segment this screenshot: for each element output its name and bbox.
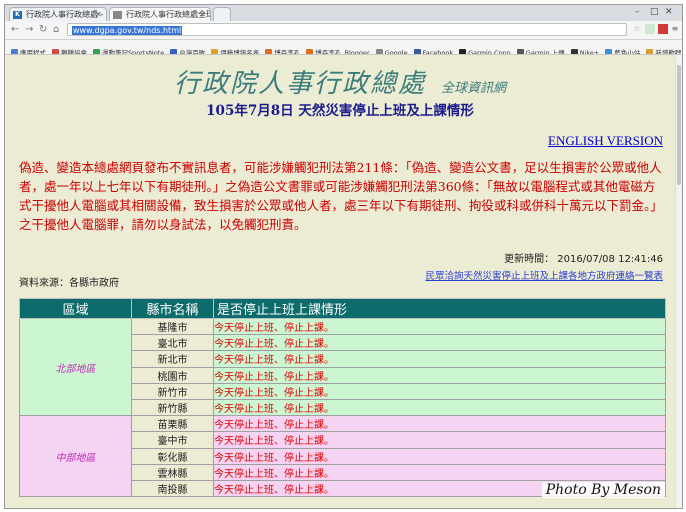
- url-text: www.dgpa.gov.tw/nds.html: [72, 26, 183, 35]
- close-window-icon[interactable]: ✕: [665, 7, 673, 17]
- status-cell: 今天停止上班、停止上課。: [213, 398, 666, 417]
- status-cell: 今天停止上班、停止上課。: [213, 447, 666, 465]
- bookmark-item[interactable]: 應用程式: [11, 46, 46, 54]
- tab-2-label: 行政院人事行政總處全球...: [126, 10, 210, 19]
- bookmark-item[interactable]: 鵝鵝協會: [52, 46, 87, 54]
- region-cell: 中部地區: [19, 415, 132, 498]
- bookmark-item[interactable]: 藍色小站: [605, 46, 640, 54]
- city-cell: 南投縣: [131, 479, 214, 498]
- tab-1[interactable]: K 行政院人事行政總處 - 天... ✕: [9, 7, 107, 21]
- city-cell: 苗栗縣: [131, 415, 214, 433]
- city-cell: 基隆市: [131, 317, 214, 336]
- site-title: 行政院人事行政總處: [173, 69, 426, 99]
- forward-icon[interactable]: →: [25, 23, 33, 37]
- bookmark-item[interactable]: 博森李孔_Blogger: [306, 46, 370, 54]
- site-subtitle: 全球資訊網: [441, 81, 507, 96]
- tab-2[interactable]: 行政院人事行政總處全球... ✕: [109, 7, 211, 21]
- home-icon[interactable]: ⌂: [53, 23, 59, 37]
- bookmark-item[interactable]: Garmin 上傳: [516, 46, 565, 54]
- site-favicon: K: [13, 11, 22, 19]
- city-cell: 桃園市: [131, 366, 214, 384]
- bookmark-item[interactable]: 博森李孔: [265, 46, 300, 54]
- address-bar[interactable]: www.dgpa.gov.tw/nds.html: [67, 23, 627, 36]
- announcement-title: 105年7月8日 天然災害停止上班及上課情形: [206, 103, 474, 119]
- city-cell: 雲林縣: [131, 463, 214, 481]
- navigation-bar: ← → ↻ ⌂ www.dgpa.gov.tw/nds.html ☆ ≡: [5, 21, 682, 40]
- city-cell: 臺中市: [131, 431, 214, 449]
- scrollbar[interactable]: [675, 55, 682, 508]
- update-time: 更新時間： 2016/07/08 12:41:46: [504, 254, 663, 265]
- star-icon[interactable]: ☆: [632, 24, 642, 34]
- header-city: 縣市名稱: [131, 298, 214, 319]
- minimize-icon[interactable]: –: [635, 7, 640, 17]
- contact-list-link[interactable]: 民眾洽詢天然災害停止上班及上課各地方政府連絡一覽表: [425, 268, 663, 282]
- bookmark-item[interactable]: Garmin Conn: [459, 46, 511, 54]
- page-icon: [113, 11, 122, 19]
- bookmarks-bar: 應用程式 鵝鵝協會 運動筆記SportsNote 台灣百敗 伊藤博報名表 博森李孔 博森李孔…: [5, 40, 682, 55]
- city-cell: 新竹市: [131, 382, 214, 400]
- city-cell: 彰化縣: [131, 447, 214, 465]
- web-page: 行政院人事行政總處 全球資訊網 105年7月8日 天然災害停止上班及上課情形 E…: [5, 55, 675, 508]
- header-status: 是否停止上班上課情形: [213, 298, 666, 319]
- data-source: 資料來源：各縣市政府: [19, 278, 119, 289]
- english-version-link[interactable]: ENGLISH VERSION: [548, 133, 663, 149]
- status-cell: 今天停止上班、停止上課。: [213, 350, 666, 368]
- table-row: 中部地區 苗栗縣 今天停止上班、停止上課。: [19, 415, 666, 498]
- closure-table: 區域 縣市名稱 是否停止上班上課情形 北部地區 基隆市 今天停止上班、停止上課。 臺北…: [19, 298, 666, 498]
- status-cell: 今天停止上班、停止上課。: [213, 431, 666, 449]
- extension-icon[interactable]: [658, 24, 668, 34]
- table-header-row: 區域 縣市名稱 是否停止上班上課情形: [19, 298, 666, 319]
- bookmark-item[interactable]: 台灣百敗: [170, 46, 205, 54]
- back-icon[interactable]: ←: [11, 23, 19, 37]
- bookmark-item[interactable]: 新增歡哩: [646, 46, 681, 54]
- status-cell: 今天停止上班、停止上課。: [213, 382, 666, 400]
- region-cell: 北部地區: [19, 317, 132, 417]
- status-cell: 今天停止上班、停止上課。: [213, 317, 666, 336]
- extension-icon[interactable]: [645, 24, 655, 34]
- page-title: 行政院人事行政總處 全球資訊網: [5, 63, 675, 100]
- city-cell: 新竹縣: [131, 398, 214, 417]
- maximize-icon[interactable]: □: [650, 7, 659, 17]
- status-cell: 今天停止上班、停止上課。: [213, 463, 666, 481]
- close-tab-icon[interactable]: ✕: [95, 8, 102, 21]
- bookmark-item[interactable]: 伊藤博報名表: [211, 46, 259, 54]
- photo-watermark: Photo By Meson: [541, 482, 665, 498]
- status-cell: 今天停止上班、停止上課。: [213, 334, 666, 352]
- menu-icon[interactable]: ≡: [670, 24, 680, 34]
- tab-bar: K 行政院人事行政總處 - 天... ✕ 行政院人事行政總處全球... ✕ – …: [5, 5, 682, 21]
- bookmark-item[interactable]: 運動筆記SportsNote: [93, 46, 164, 54]
- city-cell: 臺北市: [131, 334, 214, 352]
- status-cell: 今天停止上班、停止上課。: [213, 415, 666, 433]
- header-region: 區域: [19, 298, 132, 319]
- city-cell: 新北市: [131, 350, 214, 368]
- table-row: 北部地區 基隆市 今天停止上班、停止上課。: [19, 317, 666, 417]
- browser-window: K 行政院人事行政總處 - 天... ✕ 行政院人事行政總處全球... ✕ – …: [4, 4, 683, 509]
- scrollbar-thumb[interactable]: [677, 65, 681, 185]
- close-tab-icon[interactable]: ✕: [199, 8, 206, 21]
- bookmark-item[interactable]: Facebook: [413, 46, 453, 54]
- new-tab-button[interactable]: [213, 7, 231, 21]
- bookmark-item[interactable]: Google: [375, 46, 408, 54]
- status-cell: 今天停止上班、停止上課。: [213, 366, 666, 384]
- reload-icon[interactable]: ↻: [39, 23, 47, 37]
- legal-warning: 偽造、變造本總處網頁發布不實訊息者，可能涉嫌觸犯刑法第211條：「偽造、變造公文…: [19, 160, 663, 232]
- bookmark-item[interactable]: Nike+: [570, 46, 599, 54]
